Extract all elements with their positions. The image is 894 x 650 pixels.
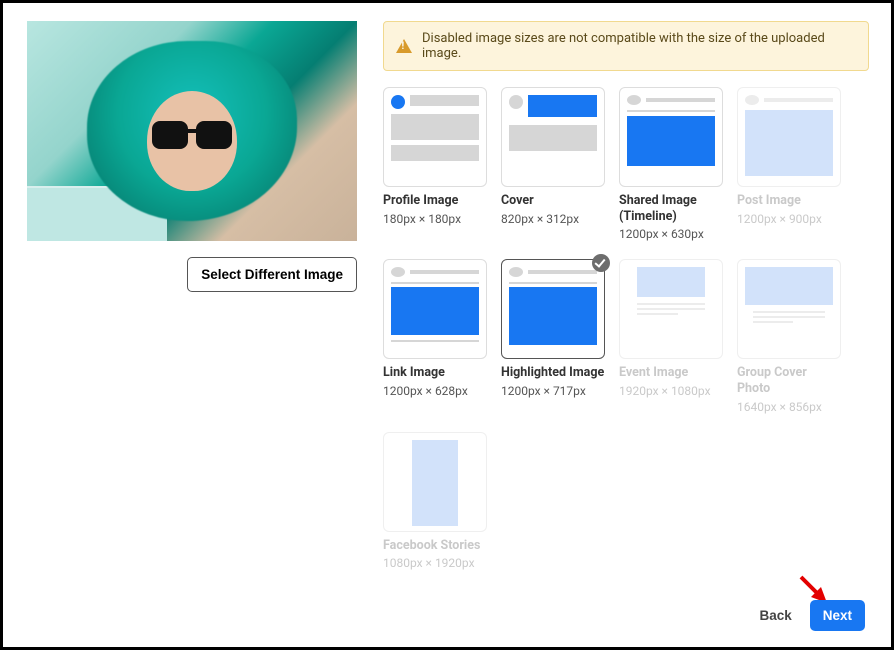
size-option-stories: Facebook Stories 1080px × 1920px xyxy=(383,432,487,571)
option-dimensions: 1920px × 1080px xyxy=(619,384,723,398)
option-title: Group Cover Photo xyxy=(737,365,841,396)
option-title: Profile Image xyxy=(383,193,487,209)
option-title: Event Image xyxy=(619,365,723,381)
next-button[interactable]: Next xyxy=(810,600,865,631)
option-title: Shared Image (Timeline) xyxy=(619,193,723,224)
option-dimensions: 180px × 180px xyxy=(383,212,487,226)
select-different-image-button[interactable]: Select Different Image xyxy=(187,257,357,292)
uploaded-image-preview xyxy=(27,21,357,241)
option-dimensions: 1200px × 717px xyxy=(501,384,605,398)
option-dimensions: 1200px × 630px xyxy=(619,227,723,241)
option-title: Link Image xyxy=(383,365,487,381)
option-title: Post Image xyxy=(737,193,841,209)
back-button[interactable]: Back xyxy=(753,607,797,624)
option-title: Facebook Stories xyxy=(383,538,487,554)
option-dimensions: 1200px × 900px xyxy=(737,212,841,226)
size-option-shared[interactable]: Shared Image (Timeline) 1200px × 630px xyxy=(619,87,723,241)
option-dimensions: 1200px × 628px xyxy=(383,384,487,398)
option-dimensions: 1080px × 1920px xyxy=(383,556,487,570)
option-dimensions: 1640px × 856px xyxy=(737,400,841,414)
size-options-grid: Profile Image 180px × 180px Cover 820px … xyxy=(383,87,869,570)
option-dimensions: 820px × 312px xyxy=(501,212,605,226)
size-option-cover[interactable]: Cover 820px × 312px xyxy=(501,87,605,241)
selected-check-icon xyxy=(592,254,610,272)
size-option-profile[interactable]: Profile Image 180px × 180px xyxy=(383,87,487,241)
option-title: Highlighted Image xyxy=(501,365,605,381)
size-option-group-cover: Group Cover Photo 1640px × 856px xyxy=(737,259,841,413)
alert-message: Disabled image sizes are not compatible … xyxy=(422,31,856,61)
size-option-post: Post Image 1200px × 900px xyxy=(737,87,841,241)
size-option-link[interactable]: Link Image 1200px × 628px xyxy=(383,259,487,413)
size-option-event: Event Image 1920px × 1080px xyxy=(619,259,723,413)
size-option-highlighted[interactable]: Highlighted Image 1200px × 717px xyxy=(501,259,605,413)
compatibility-alert: Disabled image sizes are not compatible … xyxy=(383,21,869,71)
warning-icon xyxy=(396,39,412,53)
option-title: Cover xyxy=(501,193,605,209)
